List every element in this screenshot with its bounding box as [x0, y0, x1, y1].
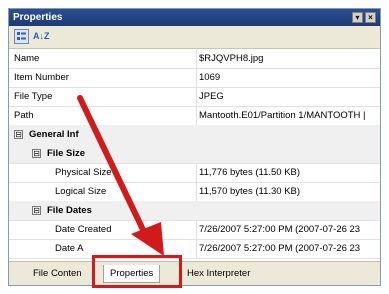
category-file-size[interactable]: ⊟ File Size: [9, 144, 380, 164]
property-label: Name: [14, 53, 40, 64]
properties-toolbar: A↓Z: [9, 26, 380, 49]
property-label: Date A: [55, 243, 84, 254]
property-value: 11,570 bytes (11.30 KB): [196, 182, 376, 201]
property-value: $RJQVPH8.jpg: [196, 49, 376, 68]
category-label: File Size: [47, 148, 86, 159]
collapse-icon[interactable]: ⊟: [32, 206, 41, 215]
category-label: File Dates: [47, 205, 92, 216]
panel-titlebar: Properties ▾ ×: [9, 9, 380, 26]
property-grid: Name $RJQVPH8.jpg Item Number 1069 File …: [9, 49, 380, 264]
property-label: File Type: [14, 91, 53, 102]
panel-title: Properties: [13, 12, 63, 23]
close-button[interactable]: ×: [365, 12, 376, 23]
property-value: JPEG: [196, 87, 376, 106]
property-row-logical-size[interactable]: Logical Size 11,570 bytes (11.30 KB): [9, 182, 380, 202]
collapse-icon[interactable]: ⊟: [14, 130, 23, 139]
property-label: Physical Size: [55, 167, 112, 178]
tab-hex-interpreter[interactable]: Hex Interpreter: [187, 265, 250, 282]
property-row-path[interactable]: Path Mantooth.E01/Partition 1/MANTOOTH |: [9, 106, 380, 126]
tab-properties[interactable]: Properties: [103, 265, 161, 283]
property-value: Mantooth.E01/Partition 1/MANTOOTH |: [196, 106, 376, 125]
property-label: Logical Size: [55, 186, 107, 197]
alphabetical-sort-icon[interactable]: A↓Z: [33, 29, 50, 44]
property-row-item-number[interactable]: Item Number 1069: [9, 68, 380, 88]
property-value: 7/26/2007 5:27:00 PM (2007-07-26 23: [196, 220, 376, 239]
property-label: Path: [14, 110, 34, 121]
property-row-date-created[interactable]: Date Created 7/26/2007 5:27:00 PM (2007-…: [9, 220, 380, 240]
properties-panel: Properties ▾ × A↓Z Name $RJQVPH8.jpg Ite…: [8, 8, 381, 286]
property-row-file-type[interactable]: File Type JPEG: [9, 87, 380, 107]
category-file-dates[interactable]: ⊟ File Dates: [9, 201, 380, 221]
property-value: 7/26/2007 5:27:00 PM (2007-07-26 23: [196, 239, 376, 258]
tab-file-content[interactable]: File Conten: [33, 265, 82, 282]
dropdown-button[interactable]: ▾: [352, 12, 363, 23]
property-row-name[interactable]: Name $RJQVPH8.jpg: [9, 49, 380, 69]
property-value: 11,776 bytes (11.50 KB): [196, 163, 376, 182]
property-value: 1069: [196, 68, 376, 87]
categorized-view-icon[interactable]: [14, 29, 29, 44]
collapse-icon[interactable]: ⊟: [32, 149, 41, 158]
property-label: Item Number: [14, 72, 69, 83]
bottom-tab-bar: File Conten Properties Hex Interpreter: [9, 261, 380, 285]
category-label: General Inf: [29, 129, 79, 140]
category-general-info[interactable]: ⊟ General Inf: [9, 125, 380, 145]
property-row-physical-size[interactable]: Physical Size 11,776 bytes (11.50 KB): [9, 163, 380, 183]
property-row-date-accessed[interactable]: Date A 7/26/2007 5:27:00 PM (2007-07-26 …: [9, 239, 380, 259]
property-label: Date Created: [55, 224, 112, 235]
